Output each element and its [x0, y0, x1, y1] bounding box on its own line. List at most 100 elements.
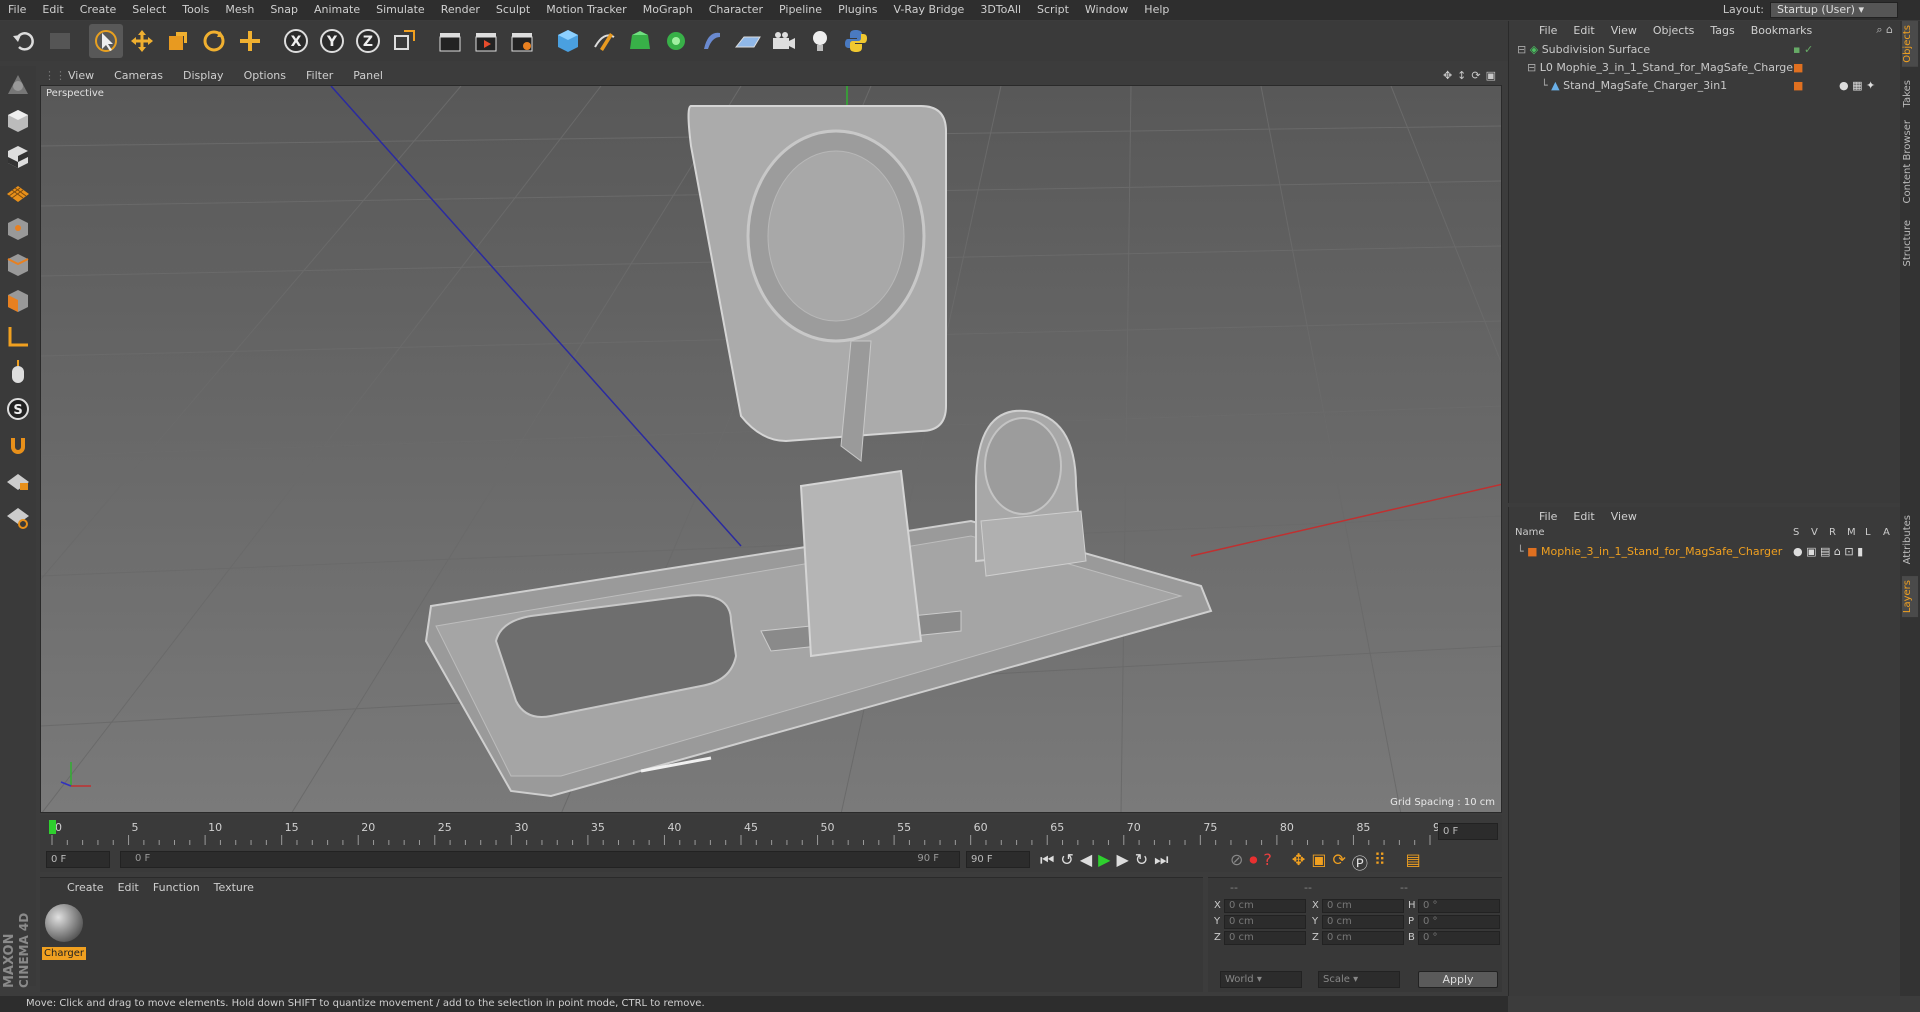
viewport-menu-options[interactable]: Options	[234, 69, 296, 82]
deformer-button[interactable]	[695, 24, 729, 58]
transform-tool-button[interactable]	[233, 24, 267, 58]
coord-value-field[interactable]: 0 cm	[1322, 899, 1404, 913]
key-position-icon[interactable]: ✥	[1292, 850, 1305, 874]
menu-help[interactable]: Help	[1136, 0, 1177, 20]
menu-render[interactable]: Render	[433, 0, 488, 20]
objects-menu-view[interactable]: View	[1603, 24, 1645, 37]
pen-spline-button[interactable]	[587, 24, 621, 58]
tab-attributes[interactable]: Attributes	[1902, 511, 1918, 568]
viewport-menu-cameras[interactable]: Cameras	[104, 69, 173, 82]
layout-dropdown[interactable]: Startup (User) ▾	[1770, 1, 1898, 18]
material-menu-texture[interactable]: Texture	[207, 881, 261, 894]
rotate-view-icon[interactable]: ⟳	[1471, 69, 1480, 82]
z-axis-lock-button[interactable]: Z	[351, 24, 385, 58]
texture-mode-button[interactable]	[2, 140, 34, 174]
prev-key-icon[interactable]: ↺	[1060, 850, 1073, 870]
light-button[interactable]	[803, 24, 837, 58]
material-tag-icon[interactable]: ● ▦ ✦	[1839, 77, 1875, 95]
menu-select[interactable]: Select	[124, 0, 174, 20]
cube-object-button[interactable]	[551, 24, 585, 58]
visibility-check-icon[interactable]: ▪ ✓	[1793, 41, 1813, 59]
move-tool-button[interactable]	[125, 24, 159, 58]
render-settings-button[interactable]	[505, 24, 539, 58]
coord-value-field[interactable]: 0 °	[1418, 899, 1500, 913]
menu-mesh[interactable]: Mesh	[217, 0, 262, 20]
render-picture-viewer-button[interactable]	[469, 24, 503, 58]
floor-button[interactable]	[731, 24, 765, 58]
viewport-menu-view[interactable]: View	[58, 69, 104, 82]
menu-sculpt[interactable]: Sculpt	[488, 0, 538, 20]
workplane-mode-button[interactable]	[2, 176, 34, 210]
x-axis-lock-button[interactable]: X	[279, 24, 313, 58]
menu-animate[interactable]: Animate	[306, 0, 368, 20]
tab-structure[interactable]: Structure	[1902, 216, 1918, 271]
tab-takes[interactable]: Takes	[1902, 76, 1918, 111]
coordinate-system-dropdown[interactable]: World ▾	[1220, 971, 1302, 988]
tab-layers[interactable]: Layers	[1902, 576, 1918, 618]
menu-plugins[interactable]: Plugins	[830, 0, 885, 20]
play-icon[interactable]: ▶	[1098, 850, 1110, 870]
prev-frame-icon[interactable]: ◀	[1080, 850, 1092, 870]
menu-vray-bridge[interactable]: V-Ray Bridge	[885, 0, 972, 20]
autokey-icon[interactable]: ?	[1263, 850, 1272, 874]
coord-value-field[interactable]: 0 cm	[1322, 915, 1404, 929]
menu-simulate[interactable]: Simulate	[368, 0, 433, 20]
layer-color-icon[interactable]: ■	[1793, 77, 1803, 95]
y-axis-lock-button[interactable]: Y	[315, 24, 349, 58]
menu-snap[interactable]: Snap	[262, 0, 306, 20]
layers-menu-view[interactable]: View	[1603, 510, 1645, 523]
lock-workplane-button[interactable]	[2, 464, 34, 498]
coord-value-field[interactable]: 0 cm	[1224, 931, 1306, 945]
size-mode-dropdown[interactable]: Scale ▾	[1318, 971, 1400, 988]
current-frame-field[interactable]: 0 F	[1438, 823, 1498, 840]
viewport-menu-panel[interactable]: Panel	[343, 69, 393, 82]
planar-workplane-button[interactable]	[2, 500, 34, 534]
next-frame-icon[interactable]: ▶	[1116, 850, 1128, 870]
frame-range-slider[interactable]: 0 F 90 F	[120, 851, 960, 868]
collapse-icon[interactable]: ⊟	[1509, 43, 1526, 56]
key-rotation-icon[interactable]: ⟳	[1332, 850, 1345, 874]
key-param-icon[interactable]: Ⓟ	[1352, 850, 1368, 874]
live-selection-button[interactable]	[89, 24, 123, 58]
polygons-mode-button[interactable]	[2, 284, 34, 318]
redo-button[interactable]	[43, 24, 77, 58]
tab-objects[interactable]: Objects	[1902, 21, 1918, 67]
menu-3dtoall[interactable]: 3DToAll	[972, 0, 1029, 20]
snap-button[interactable]: S	[2, 392, 34, 426]
menu-mograph[interactable]: MoGraph	[635, 0, 701, 20]
key-scale-icon[interactable]: ▣	[1311, 850, 1326, 874]
material-menu-create[interactable]: Create	[60, 881, 111, 894]
go-to-start-icon[interactable]: ⏮	[1040, 850, 1054, 870]
coord-value-field[interactable]: 0 cm	[1322, 931, 1404, 945]
material-swatch-charger[interactable]: Charger	[42, 902, 86, 960]
menu-script[interactable]: Script	[1029, 0, 1077, 20]
objects-menu-objects[interactable]: Objects	[1645, 24, 1703, 37]
layer-flags-icons[interactable]: ● ▣ ▤ ⌂ ⊡ ▮	[1793, 543, 1863, 561]
edges-mode-button[interactable]	[2, 248, 34, 282]
layer-row[interactable]: └ ■ Mophie_3_in_1_Stand_for_MagSafe_Char…	[1509, 543, 1900, 561]
material-menu-function[interactable]: Function	[146, 881, 207, 894]
cloner-button[interactable]	[659, 24, 693, 58]
subdivision-surface-button[interactable]	[623, 24, 657, 58]
rotate-tool-button[interactable]	[197, 24, 231, 58]
pan-view-icon[interactable]: ✥	[1443, 69, 1452, 82]
collapse-icon[interactable]: ⊟	[1509, 61, 1536, 74]
menu-edit[interactable]: Edit	[34, 0, 71, 20]
axis-mode-button[interactable]	[2, 320, 34, 354]
magnet-button[interactable]	[2, 428, 34, 462]
timeline-window-icon[interactable]: ▤	[1406, 850, 1421, 874]
objects-menu-file[interactable]: File	[1531, 24, 1565, 37]
undo-button[interactable]	[7, 24, 41, 58]
objects-menu-bookmarks[interactable]: Bookmarks	[1743, 24, 1820, 37]
record-off-icon[interactable]: ⊘	[1230, 850, 1243, 874]
material-menu-edit[interactable]: Edit	[111, 881, 146, 894]
timeline-ruler[interactable]: 051015202530354045505560657075808590 0 F	[40, 815, 1502, 850]
coord-value-field[interactable]: 0 cm	[1224, 915, 1306, 929]
make-editable-button[interactable]	[2, 68, 34, 102]
go-to-end-icon[interactable]: ⏭	[1154, 850, 1168, 870]
menu-motion-tracker[interactable]: Motion Tracker	[538, 0, 634, 20]
menu-pipeline[interactable]: Pipeline	[771, 0, 830, 20]
coord-value-field[interactable]: 0 cm	[1224, 899, 1306, 913]
dolly-view-icon[interactable]: ↕	[1457, 69, 1466, 82]
key-pla-icon[interactable]: ⠿	[1374, 850, 1386, 874]
